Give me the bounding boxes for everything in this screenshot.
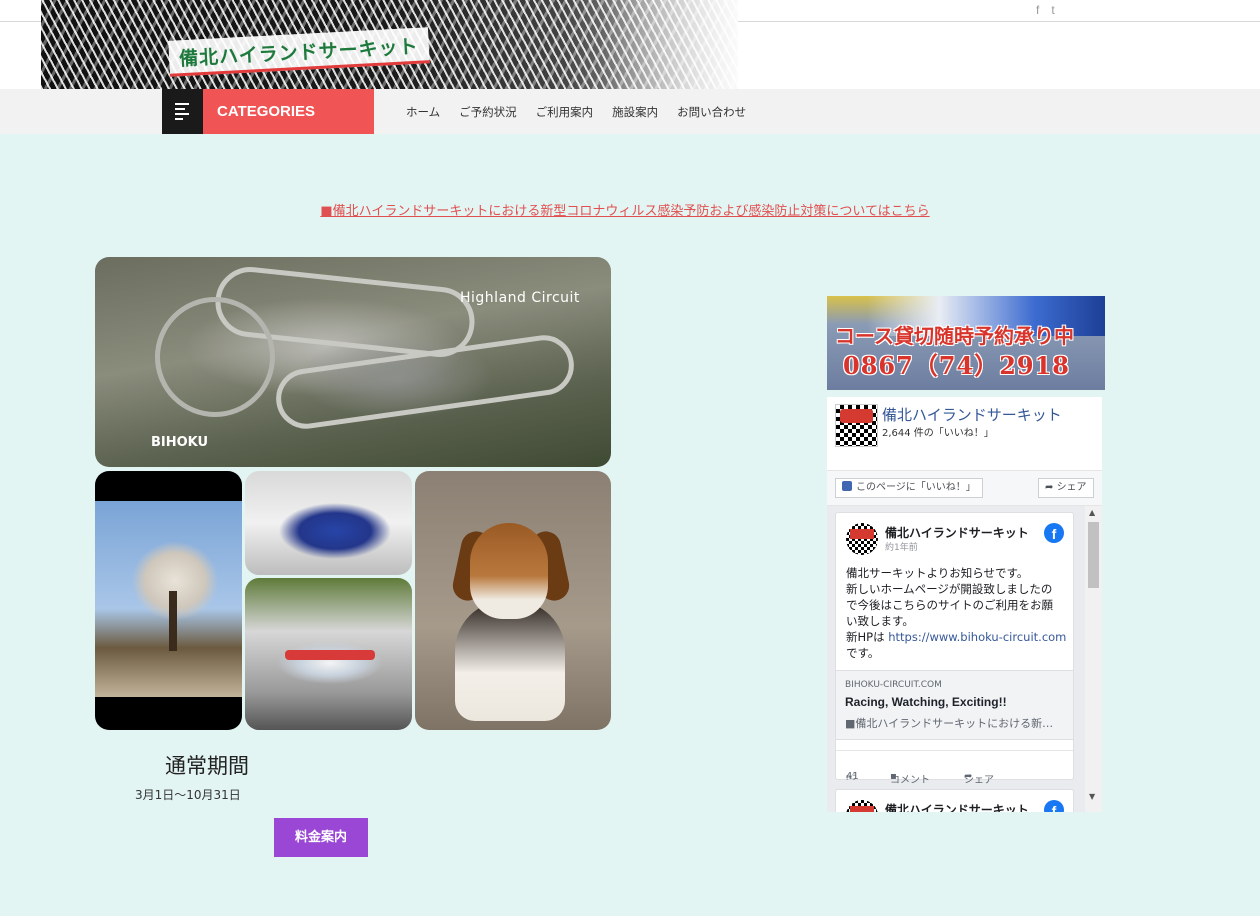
link-description: ■備北ハイランドサーキットにおける新… [845, 717, 1054, 730]
nav-item-usage-guide[interactable]: ご利用案内 [536, 104, 594, 120]
site-header: 備北ハイランドサーキット [0, 0, 1260, 89]
site-logo[interactable]: 備北ハイランドサーキット [168, 27, 430, 77]
period-title: 通常期間 [165, 754, 249, 778]
twitter-icon[interactable]: t [1051, 3, 1054, 17]
scroll-up-icon[interactable]: ▲ [1089, 508, 1095, 517]
fb-post-time[interactable]: 約1年前 [885, 540, 918, 553]
fb-page-avatar[interactable] [835, 404, 878, 447]
link-title: Racing, Watching, Exciting!! [845, 695, 1007, 709]
facebook-logo-icon[interactable]: f [1044, 523, 1064, 543]
aerial-circuit-photo: Highland Circuit BIHOKU [95, 257, 611, 467]
ad-phone-number: 0867（74）2918 [843, 351, 1070, 380]
fb-post-actions: 👍︎ 41 ▪ コメント ➦ シェア [836, 750, 1073, 786]
fb-share-page-button[interactable]: ➦ シェア [1038, 478, 1094, 498]
fb-action-bar: このページに「いいね！」 ➦ シェア [827, 471, 1102, 506]
fb-page-name[interactable]: 備北ハイランドサーキット [882, 404, 1062, 425]
facebook-logo-icon[interactable]: f [1044, 800, 1064, 812]
nav-item-contact[interactable]: お問い合わせ [677, 104, 746, 120]
fb-post-url-link[interactable]: https://www.bihoku-circuit.com [888, 630, 1066, 644]
beagle-photo [415, 471, 611, 730]
fb-like-icon [842, 481, 852, 491]
fb-page-header: 備北ハイランドサーキット 2,644 件の「いいね！」 [827, 397, 1102, 471]
fb-like-count: 2,644 件の「いいね！」 [882, 428, 994, 439]
social-links: f t [1036, 3, 1055, 17]
blue-drift-car-photo [245, 471, 412, 575]
facebook-page-widget: 備北ハイランドサーキット 2,644 件の「いいね！」 このページに「いいね！」… [827, 397, 1102, 812]
reservation-ad-banner[interactable]: コース貸切随時予約承り中 0867（74）2918 [827, 296, 1105, 390]
facebook-icon[interactable]: f [1036, 3, 1039, 17]
fb-post-author[interactable]: 備北ハイランドサーキット [885, 524, 1029, 541]
fb-feed[interactable]: 備北ハイランドサーキット 約1年前 f 備北サーキットよりお知らせです。 新しい… [827, 506, 1102, 812]
fb-like-page-button[interactable]: このページに「いいね！」 [835, 478, 983, 498]
scroll-thumb[interactable] [1088, 522, 1099, 588]
nav-item-home[interactable]: ホーム [406, 104, 440, 120]
fee-guide-button[interactable]: 料金案内 [274, 818, 368, 857]
covid-notice-link[interactable]: ■備北ハイランドサーキットにおける新型コロナウィルス感染予防および感染防止対策に… [0, 200, 1250, 219]
header-banner[interactable]: 備北ハイランドサーキット [41, 0, 738, 89]
fb-post: 備北ハイランドサーキット 約1年前 f 備北サーキットよりお知らせです。 新しい… [835, 512, 1074, 786]
aerial-label: Highland Circuit [460, 290, 580, 306]
menu-icon[interactable] [162, 89, 203, 134]
scroll-down-icon[interactable]: ▼ [1089, 792, 1095, 801]
fb-feed-scrollbar[interactable]: ▲ ▼ [1085, 506, 1102, 812]
fb-post-text: 備北サーキットよりお知らせです。 新しいホームページが開設致しましたの で今後は… [846, 566, 1067, 660]
fb-post-next: 備北ハイランドサーキット f [835, 789, 1074, 812]
nav-item-facilities[interactable]: 施設案内 [612, 104, 658, 120]
fb-post-avatar[interactable] [846, 523, 878, 555]
fb-post-author[interactable]: 備北ハイランドサーキット [885, 801, 1029, 812]
aerial-sublabel: BIHOKU [151, 435, 209, 450]
fb-link-preview[interactable]: BIHOKU-CIRCUIT.COM Racing, Watching, Exc… [836, 670, 1073, 740]
link-domain: BIHOKU-CIRCUIT.COM [845, 680, 942, 690]
cherry-tree-photo [95, 471, 242, 730]
main-nav: CATEGORIES ホーム ご予約状況 ご利用案内 施設案内 お問い合わせ [0, 89, 1260, 134]
categories-button[interactable]: CATEGORIES [203, 89, 374, 134]
white-drift-car-photo [245, 578, 412, 730]
nav-menu: ホーム ご予約状況 ご利用案内 施設案内 お問い合わせ [406, 89, 746, 134]
site-logo-text: 備北ハイランドサーキット [178, 35, 420, 71]
ad-text-line1: コース貸切随時予約承り中 [835, 324, 1074, 348]
period-range: 3月1日〜10月31日 [135, 788, 241, 802]
fb-post-avatar[interactable] [846, 800, 878, 812]
nav-item-reservation-status[interactable]: ご予約状況 [459, 104, 517, 120]
share-arrow-icon: ➦ [1045, 482, 1057, 493]
